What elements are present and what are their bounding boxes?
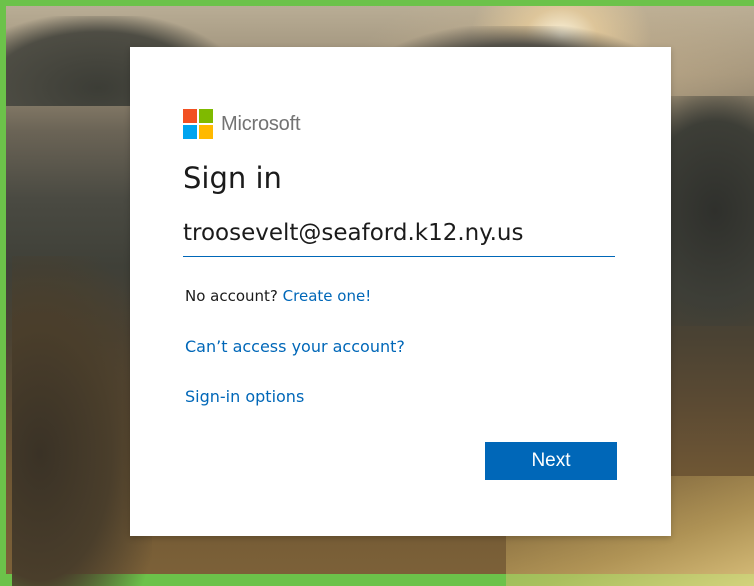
no-account-row: No account? Create one! xyxy=(185,287,371,305)
logo-square-green xyxy=(199,109,213,123)
next-button[interactable]: Next xyxy=(485,442,617,480)
signin-options-row: Sign-in options xyxy=(185,387,304,406)
email-input[interactable] xyxy=(183,210,615,257)
cant-access-row: Can’t access your account? xyxy=(185,337,405,356)
page-title: Sign in xyxy=(183,161,282,195)
no-account-label: No account? xyxy=(185,287,278,305)
logo-square-blue xyxy=(183,125,197,139)
signin-options-link[interactable]: Sign-in options xyxy=(185,387,304,406)
brand: Microsoft xyxy=(183,109,301,139)
brand-name: Microsoft xyxy=(221,112,301,135)
create-account-link[interactable]: Create one! xyxy=(283,287,372,305)
cant-access-link[interactable]: Can’t access your account? xyxy=(185,337,405,356)
logo-square-red xyxy=(183,109,197,123)
microsoft-logo-icon xyxy=(183,109,213,139)
logo-square-yellow xyxy=(199,125,213,139)
signin-card: Microsoft Sign in No account? Create one… xyxy=(130,47,671,536)
